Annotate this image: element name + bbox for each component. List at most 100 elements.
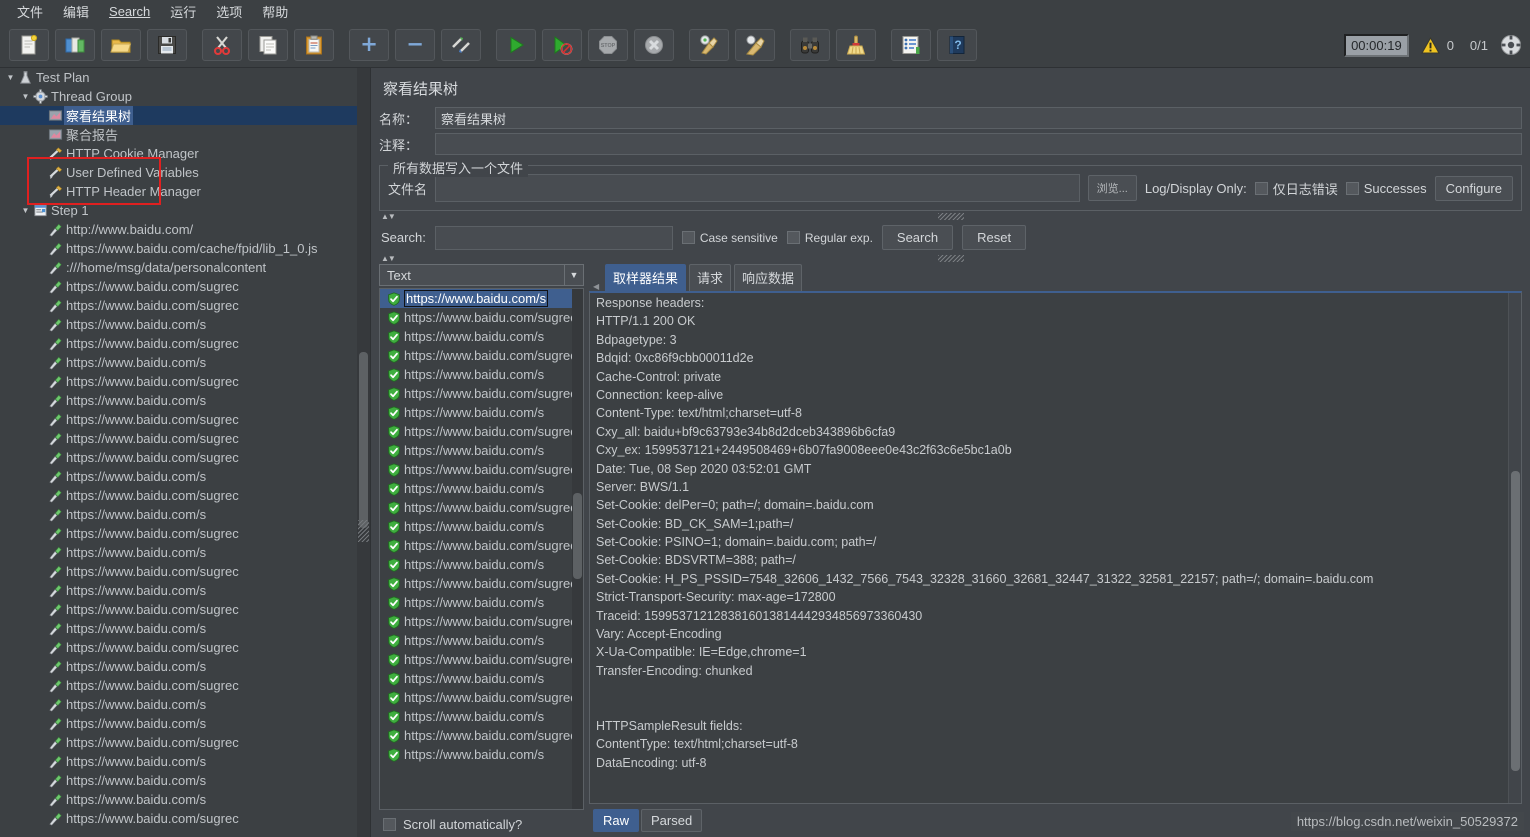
tree-node[interactable]: https://www.baidu.com/sugrec — [0, 524, 357, 543]
tree-expand-toggle-icon[interactable]: ▼ — [19, 206, 32, 215]
tree-node[interactable]: :///home/msg/data/personalcontent — [0, 258, 357, 277]
case-sensitive-checkbox[interactable] — [681, 231, 695, 244]
sampler-result-row[interactable]: https://www.baidu.com/s — [380, 669, 572, 688]
sampler-result-row[interactable]: https://www.baidu.com/sugrec — [380, 422, 572, 441]
help-button[interactable]: ? — [937, 28, 977, 61]
tree-expand-toggle-icon[interactable]: ▼ — [4, 73, 17, 82]
tree-vertical-scrollbar[interactable] — [357, 68, 370, 837]
copy-button[interactable] — [248, 28, 288, 61]
tree-node[interactable]: https://www.baidu.com/cache/fpid/lib_1_0… — [0, 239, 357, 258]
response-scrollbar[interactable] — [1508, 293, 1521, 803]
tree-node[interactable]: https://www.baidu.com/s — [0, 467, 357, 486]
response-text-area[interactable]: Response headers: HTTP/1.1 200 OK Bdpagety… — [589, 291, 1522, 804]
tree-node[interactable]: https://www.baidu.com/sugrec — [0, 600, 357, 619]
sampler-result-row[interactable]: https://www.baidu.com/s — [380, 517, 572, 536]
sampler-list-scroll-thumb[interactable] — [573, 493, 582, 579]
sampler-list-scrollbar[interactable] — [572, 289, 583, 809]
sampler-result-row[interactable]: https://www.baidu.com/s — [380, 631, 572, 650]
successes-checkbox-wrap[interactable]: Successes — [1345, 181, 1427, 196]
tree-node[interactable]: HTTP Header Manager — [0, 182, 357, 201]
stop-button[interactable]: STOP — [588, 28, 628, 61]
tree-scroll-thumb[interactable] — [359, 352, 368, 528]
sampler-result-row[interactable]: https://www.baidu.com/s — [380, 403, 572, 422]
tree-node[interactable]: https://www.baidu.com/s — [0, 581, 357, 600]
sampler-results-list[interactable]: https://www.baidu.com/s https://www.baidu… — [379, 288, 584, 810]
search-input[interactable] — [434, 225, 673, 250]
function-helper-button[interactable] — [891, 28, 931, 61]
parsed-view-tab[interactable]: Parsed — [641, 809, 703, 832]
tree-node[interactable]: https://www.baidu.com/sugrec — [0, 809, 357, 828]
tree-node[interactable]: https://www.baidu.com/s — [0, 771, 357, 790]
lower-splitter-arrows-icon[interactable]: ▲▼ — [379, 254, 396, 263]
templates-button[interactable] — [55, 28, 95, 61]
scroll-automatically-wrap[interactable]: Scroll automatically? — [379, 810, 584, 837]
configure-button[interactable]: Configure — [1434, 175, 1513, 201]
tree-node[interactable]: https://www.baidu.com/sugrec — [0, 486, 357, 505]
paste-button[interactable] — [294, 28, 334, 61]
sampler-result-row[interactable]: https://www.baidu.com/s — [380, 365, 572, 384]
menu-edit[interactable]: 编辑 — [54, 0, 98, 23]
tab-scroll-left-icon[interactable]: ◀ — [593, 282, 602, 291]
sampler-result-row[interactable]: https://www.baidu.com/s — [380, 555, 572, 574]
start-button[interactable] — [496, 28, 536, 61]
tab-request[interactable]: 请求 — [689, 264, 732, 291]
sampler-result-row[interactable]: https://www.baidu.com/sugrec — [380, 460, 572, 479]
tree-node[interactable]: https://www.baidu.com/s — [0, 619, 357, 638]
tree-node[interactable]: HTTP Cookie Manager — [0, 144, 357, 163]
collapse-all-button[interactable]: − — [395, 28, 435, 61]
sampler-result-row[interactable]: https://www.baidu.com/sugrec — [380, 688, 572, 707]
regular-exp-wrap[interactable]: Regular exp. — [786, 231, 873, 245]
regular-exp-checkbox[interactable] — [786, 231, 800, 244]
splitter-grip-icon[interactable] — [937, 213, 964, 220]
tree-node[interactable]: 察看结果树 — [0, 106, 357, 125]
reset-search-button[interactable] — [836, 28, 876, 61]
sampler-result-row[interactable]: https://www.baidu.com/s — [380, 707, 572, 726]
thread-status-icon[interactable] — [1500, 34, 1522, 56]
raw-view-tab[interactable]: Raw — [593, 809, 640, 832]
sampler-result-row[interactable]: https://www.baidu.com/s — [380, 289, 572, 308]
tree-expand-toggle-icon[interactable]: ▼ — [19, 92, 32, 101]
sampler-result-row[interactable]: https://www.baidu.com/s — [380, 441, 572, 460]
tree-node[interactable]: https://www.baidu.com/s — [0, 657, 357, 676]
successes-checkbox[interactable] — [1345, 181, 1359, 195]
warning-indicator[interactable]: 0 — [1420, 36, 1454, 55]
tree-node[interactable]: https://www.baidu.com/s — [0, 353, 357, 372]
response-scroll-thumb[interactable] — [1511, 471, 1520, 771]
tree-node[interactable]: User Defined Variables — [0, 163, 357, 182]
tree-node[interactable]: ▼ Step 1 — [0, 201, 357, 220]
test-plan-tree[interactable]: ▼ Test Plan ▼ Thread Group 察看结果树 聚合报告 HTTP Coo… — [0, 68, 357, 837]
sampler-result-row[interactable]: https://www.baidu.com/s — [380, 479, 572, 498]
clear-all-button[interactable] — [735, 28, 775, 61]
tree-node[interactable]: https://www.baidu.com/sugrec — [0, 562, 357, 581]
tab-response-data[interactable]: 响应数据 — [734, 264, 803, 291]
browse-button[interactable]: 浏览... — [1087, 175, 1137, 201]
sampler-result-row[interactable]: https://www.baidu.com/sugrec — [380, 612, 572, 631]
sampler-result-row[interactable]: https://www.baidu.com/sugrec — [380, 346, 572, 365]
tree-node[interactable]: http://www.baidu.com/ — [0, 220, 357, 239]
tree-node[interactable]: https://www.baidu.com/sugrec — [0, 372, 357, 391]
tree-node[interactable]: https://www.baidu.com/s — [0, 752, 357, 771]
sampler-result-row[interactable]: https://www.baidu.com/sugrec — [380, 536, 572, 555]
sampler-result-row[interactable]: https://www.baidu.com/s — [380, 745, 572, 764]
cut-button[interactable] — [202, 28, 242, 61]
sampler-result-row[interactable]: https://www.baidu.com/sugrec — [380, 498, 572, 517]
new-button[interactable] — [9, 28, 49, 61]
tree-resize-grip[interactable] — [358, 520, 369, 542]
sampler-result-row[interactable]: https://www.baidu.com/sugrec — [380, 726, 572, 745]
comment-input[interactable] — [435, 133, 1522, 155]
render-selector[interactable]: Text ▼ — [379, 264, 584, 286]
errors-only-checkbox[interactable] — [1254, 181, 1268, 195]
tab-sampler-result[interactable]: 取样器结果 — [605, 264, 687, 291]
clear-button[interactable] — [689, 28, 729, 61]
tree-node[interactable]: https://www.baidu.com/s — [0, 790, 357, 809]
tree-node[interactable]: 聚合报告 — [0, 125, 357, 144]
open-button[interactable] — [101, 28, 141, 61]
reset-button[interactable]: Reset — [962, 225, 1027, 250]
tree-node[interactable]: https://www.baidu.com/sugrec — [0, 429, 357, 448]
save-button[interactable] — [147, 28, 187, 61]
lower-splitter[interactable]: ▲▼ — [379, 253, 1522, 264]
menu-file[interactable]: 文件 — [8, 0, 52, 23]
sampler-result-row[interactable]: https://www.baidu.com/s — [380, 327, 572, 346]
sampler-result-row[interactable]: https://www.baidu.com/sugrec — [380, 574, 572, 593]
tree-node[interactable]: https://www.baidu.com/s — [0, 543, 357, 562]
